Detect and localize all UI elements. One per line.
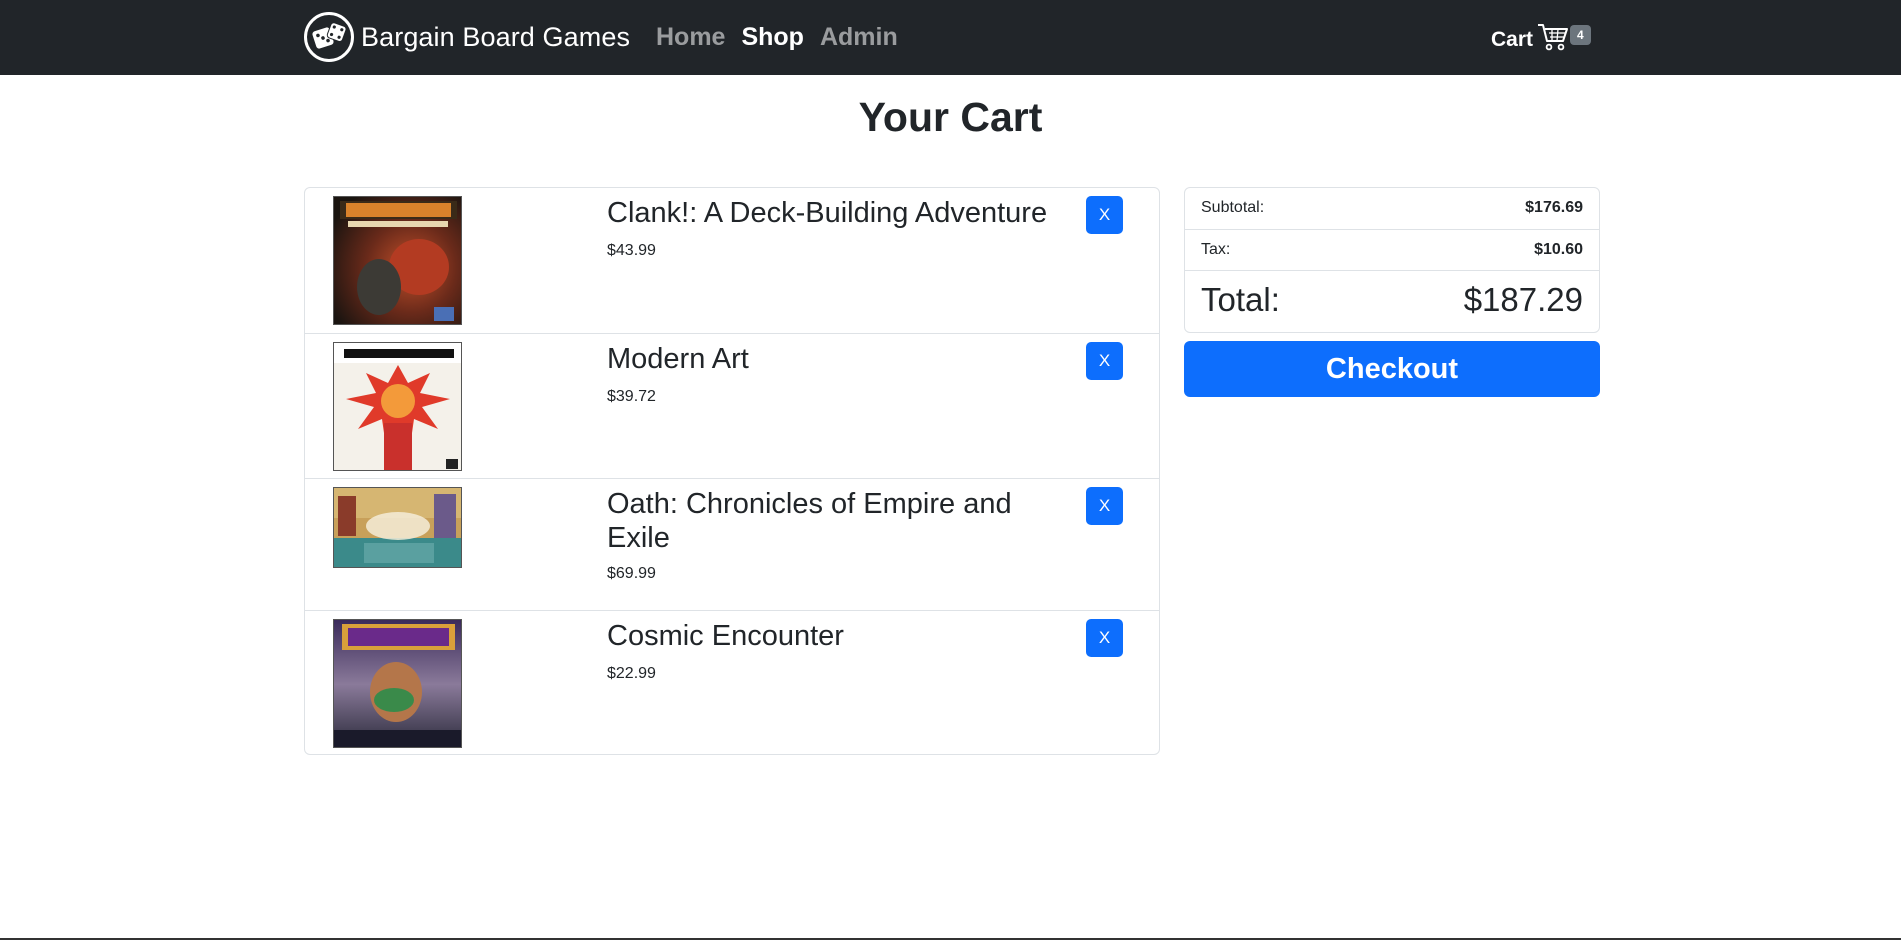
cart-item: Cosmic Encounter $22.99 X <box>305 610 1159 754</box>
brand-link[interactable]: Bargain Board Games <box>304 12 630 62</box>
page-title: Your Cart <box>858 94 1043 140</box>
nav-link-home[interactable]: Home <box>656 20 725 54</box>
nav-link-admin[interactable]: Admin <box>820 20 898 54</box>
order-summary: Subtotal: $176.69 Tax: $10.60 Total: $18… <box>1184 187 1600 333</box>
item-price: $69.99 <box>607 565 656 582</box>
cart-link[interactable]: Cart 4 <box>1491 22 1591 57</box>
remove-item-button[interactable]: X <box>1086 342 1123 380</box>
cosmic-encounter-box-art <box>333 619 462 748</box>
clank-box-art <box>333 196 462 325</box>
tax-label: Tax: <box>1201 241 1231 258</box>
item-name[interactable]: Cosmic Encounter <box>607 619 1067 653</box>
nav-link-shop[interactable]: Shop <box>741 20 804 54</box>
item-name[interactable]: Modern Art <box>607 342 1067 376</box>
cart-count-badge: 4 <box>1570 24 1591 45</box>
cart-item: Oath: Chronicles of Empire and Exile $69… <box>305 478 1159 610</box>
total-label: Total: <box>1201 281 1280 318</box>
remove-item-button[interactable]: X <box>1086 196 1123 234</box>
brand-name: Bargain Board Games <box>361 21 631 52</box>
item-name[interactable]: Oath: Chronicles of Empire and Exile <box>607 487 1067 555</box>
remove-item-button[interactable]: X <box>1086 619 1123 657</box>
cart-item-list: Clank!: A Deck-Building Adventure $43.99… <box>304 187 1160 755</box>
subtotal-label: Subtotal: <box>1201 199 1265 216</box>
item-price: $22.99 <box>607 665 656 682</box>
tax-value: $10.60 <box>1534 241 1583 258</box>
shopping-cart-icon <box>1537 22 1569 57</box>
checkout-button[interactable]: Checkout <box>1184 341 1600 397</box>
remove-item-button[interactable]: X <box>1086 487 1123 525</box>
total-value: $187.29 <box>1463 281 1583 318</box>
modern-art-box-art <box>333 342 462 471</box>
item-price: $39.72 <box>607 388 656 405</box>
cart-item: Clank!: A Deck-Building Adventure $43.99… <box>305 188 1159 333</box>
cart-item: Modern Art $39.72 X <box>305 333 1159 478</box>
main-nav: Home Shop Admin <box>656 20 914 54</box>
dice-icon <box>304 12 354 62</box>
total-row: Total: $187.29 <box>1185 270 1599 332</box>
navbar: Bargain Board Games Home Shop Admin Cart… <box>0 0 1901 75</box>
item-price: $43.99 <box>607 242 656 259</box>
oath-box-art <box>333 487 462 568</box>
cart-label: Cart <box>1491 27 1534 51</box>
tax-row: Tax: $10.60 <box>1185 229 1599 270</box>
subtotal-row: Subtotal: $176.69 <box>1185 188 1599 229</box>
item-name[interactable]: Clank!: A Deck-Building Adventure <box>607 196 1067 230</box>
subtotal-value: $176.69 <box>1525 199 1583 216</box>
